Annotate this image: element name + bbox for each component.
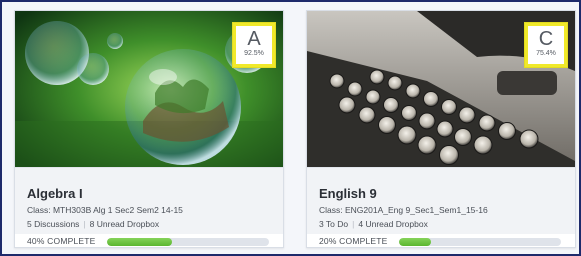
- progress-label: 40% COMPLETE: [27, 236, 96, 246]
- progress-fill: [399, 238, 432, 246]
- course-class-code: Class: MTH303B Alg 1 Sec2 Sem2 14-15: [27, 205, 183, 215]
- dropbox-link[interactable]: 8 Unread Dropbox: [90, 219, 159, 229]
- progress-row: 20% COMPLETE: [307, 233, 575, 247]
- grade-percent: 92.5%: [244, 50, 264, 57]
- grade-badge: A 92.5%: [233, 23, 275, 67]
- grade-letter: A: [247, 28, 261, 50]
- progress-bar: [107, 238, 269, 246]
- grade-letter: C: [538, 28, 554, 50]
- course-meta: 3 To Do | 4 Unread Dropbox: [319, 219, 428, 229]
- course-card-english[interactable]: C 75.4% English 9 Class: ENG201A_Eng 9_S…: [306, 10, 576, 248]
- discussions-link[interactable]: 5 Discussions: [27, 219, 79, 229]
- grade-percent: 75.4%: [536, 50, 556, 57]
- progress-label: 20% COMPLETE: [319, 236, 388, 246]
- grade-badge: C 75.4%: [525, 23, 567, 67]
- course-title[interactable]: English 9: [319, 186, 377, 201]
- course-card-algebra[interactable]: A 92.5% Algebra I Class: MTH303B Alg 1 S…: [14, 10, 284, 248]
- course-cards-panel: A 92.5% Algebra I Class: MTH303B Alg 1 S…: [0, 0, 581, 256]
- meta-divider: |: [83, 219, 86, 229]
- meta-divider: |: [352, 219, 355, 229]
- course-title[interactable]: Algebra I: [27, 186, 83, 201]
- progress-row: 40% COMPLETE: [15, 233, 283, 247]
- course-info: English 9 Class: ENG201A_Eng 9_Sec1_Sem1…: [307, 167, 575, 234]
- course-class-code: Class: ENG201A_Eng 9_Sec1_Sem1_15-16: [319, 205, 488, 215]
- progress-bar: [399, 238, 561, 246]
- todo-link[interactable]: 3 To Do: [319, 219, 348, 229]
- course-info: Algebra I Class: MTH303B Alg 1 Sec2 Sem2…: [15, 167, 283, 234]
- progress-fill: [107, 238, 172, 246]
- dropbox-link[interactable]: 4 Unread Dropbox: [358, 219, 427, 229]
- course-meta: 5 Discussions | 8 Unread Dropbox: [27, 219, 159, 229]
